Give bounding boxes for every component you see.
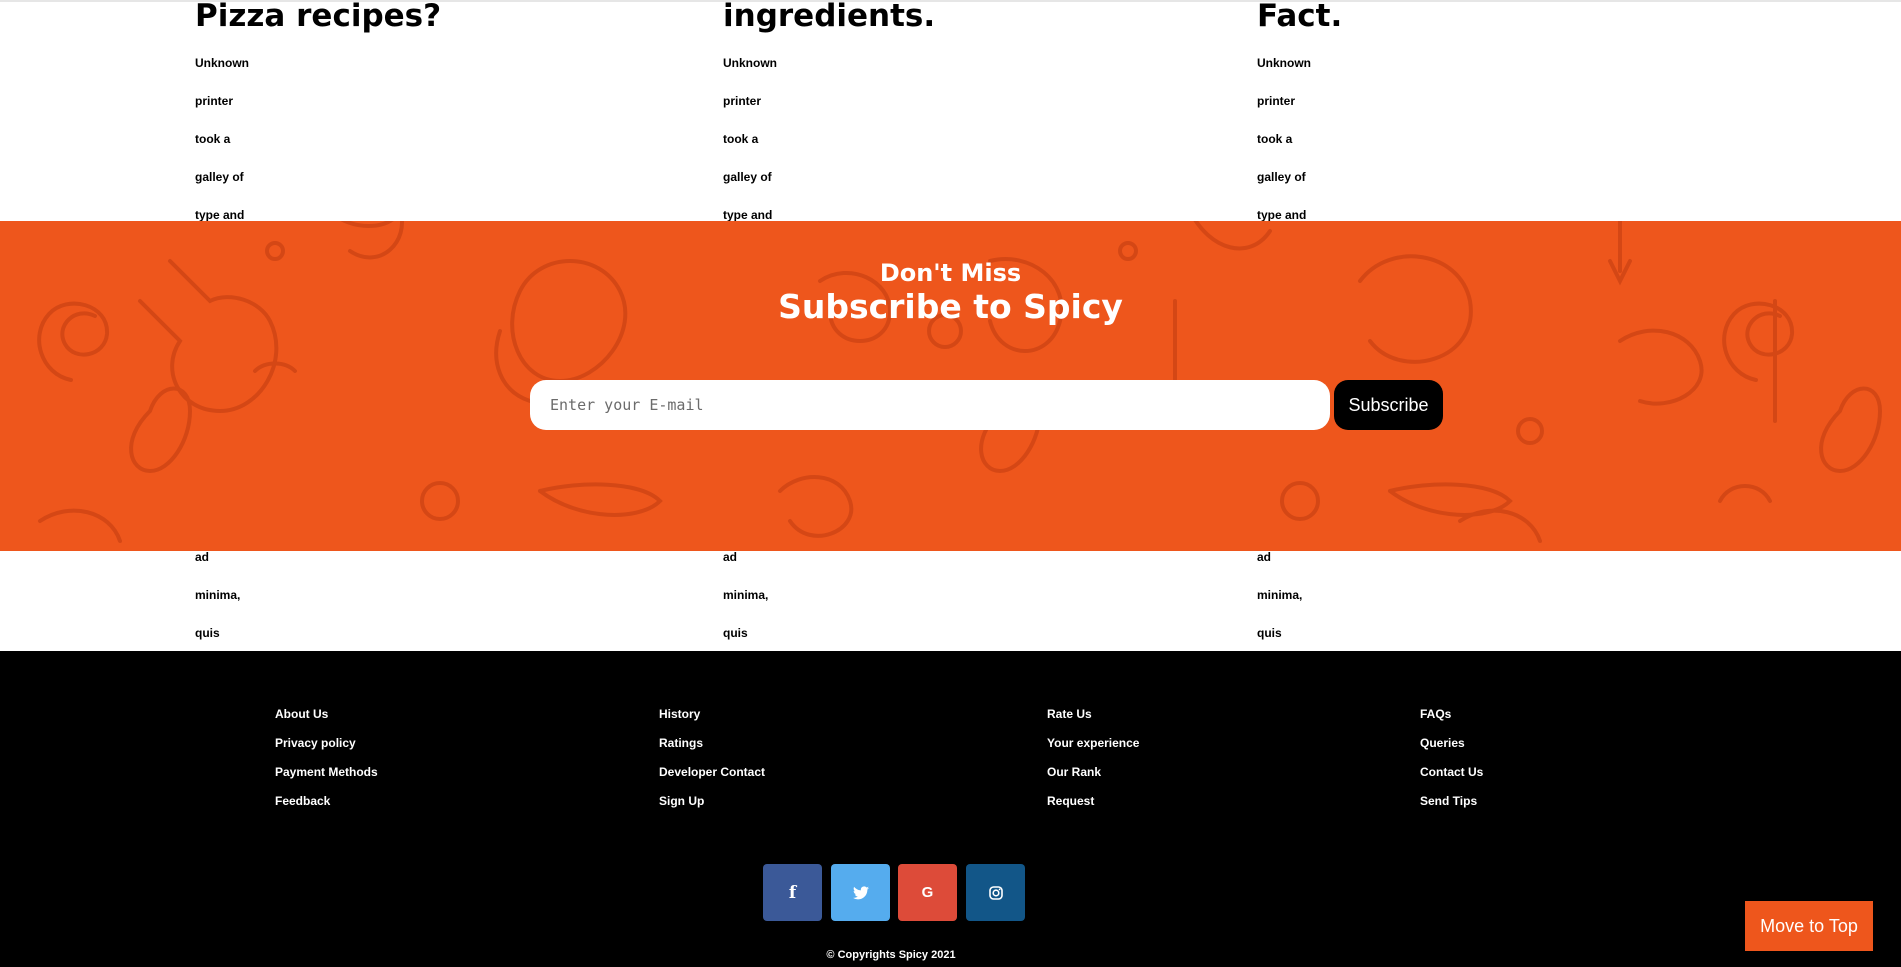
subscribe-section: Don't Miss Subscribe to Spicy Subscribe xyxy=(0,221,1901,551)
footer-link-feedback[interactable]: Feedback xyxy=(275,787,378,816)
email-input[interactable] xyxy=(530,380,1330,430)
article-title: Fact. xyxy=(1257,0,1343,34)
facebook-icon: f xyxy=(788,882,797,903)
google-icon: G xyxy=(921,884,934,901)
twitter-button[interactable] xyxy=(831,864,890,921)
footer-link-request[interactable]: Request xyxy=(1047,787,1139,816)
footer-link-ratings[interactable]: Ratings xyxy=(659,729,765,758)
footer-column: About Us Privacy policy Payment Methods … xyxy=(275,700,378,816)
footer-link-rate-us[interactable]: Rate Us xyxy=(1047,700,1139,729)
footer-link-sign-up[interactable]: Sign Up xyxy=(659,787,765,816)
footer-link-contact-us[interactable]: Contact Us xyxy=(1420,758,1483,787)
footer-column: History Ratings Developer Contact Sign U… xyxy=(659,700,765,816)
footer-link-developer-contact[interactable]: Developer Contact xyxy=(659,758,765,787)
footer-link-faqs[interactable]: FAQs xyxy=(1420,700,1483,729)
subscribe-title: Subscribe to Spicy xyxy=(778,287,1123,326)
twitter-icon xyxy=(852,885,869,899)
footer-link-payment-methods[interactable]: Payment Methods xyxy=(275,758,378,787)
footer-link-our-rank[interactable]: Our Rank xyxy=(1047,758,1139,787)
move-to-top-button[interactable]: Move to Top xyxy=(1745,901,1873,951)
footer-column: FAQs Queries Contact Us Send Tips xyxy=(1420,700,1483,816)
footer: About Us Privacy policy Payment Methods … xyxy=(0,651,1901,967)
facebook-button[interactable]: f xyxy=(763,864,822,921)
footer-link-your-experience[interactable]: Your experience xyxy=(1047,729,1139,758)
article-title: ingredients. xyxy=(723,0,936,34)
footer-link-queries[interactable]: Queries xyxy=(1420,729,1483,758)
subscribe-button[interactable]: Subscribe xyxy=(1334,380,1443,430)
footer-link-send-tips[interactable]: Send Tips xyxy=(1420,787,1483,816)
footer-link-history[interactable]: History xyxy=(659,700,765,729)
instagram-icon xyxy=(988,885,1003,900)
instagram-button[interactable] xyxy=(966,864,1025,921)
copyright-text: © Copyrights Spicy 2021 xyxy=(826,949,956,961)
footer-link-privacy-policy[interactable]: Privacy policy xyxy=(275,729,378,758)
subscribe-kicker: Don't Miss xyxy=(879,259,1022,287)
footer-link-about-us[interactable]: About Us xyxy=(275,700,378,729)
article-title: Pizza recipes? xyxy=(195,0,442,34)
articles-section: Pizza recipes? Unknown printer took a ga… xyxy=(0,0,1901,716)
google-button[interactable]: G xyxy=(898,864,957,921)
footer-column: Rate Us Your experience Our Rank Request xyxy=(1047,700,1139,816)
